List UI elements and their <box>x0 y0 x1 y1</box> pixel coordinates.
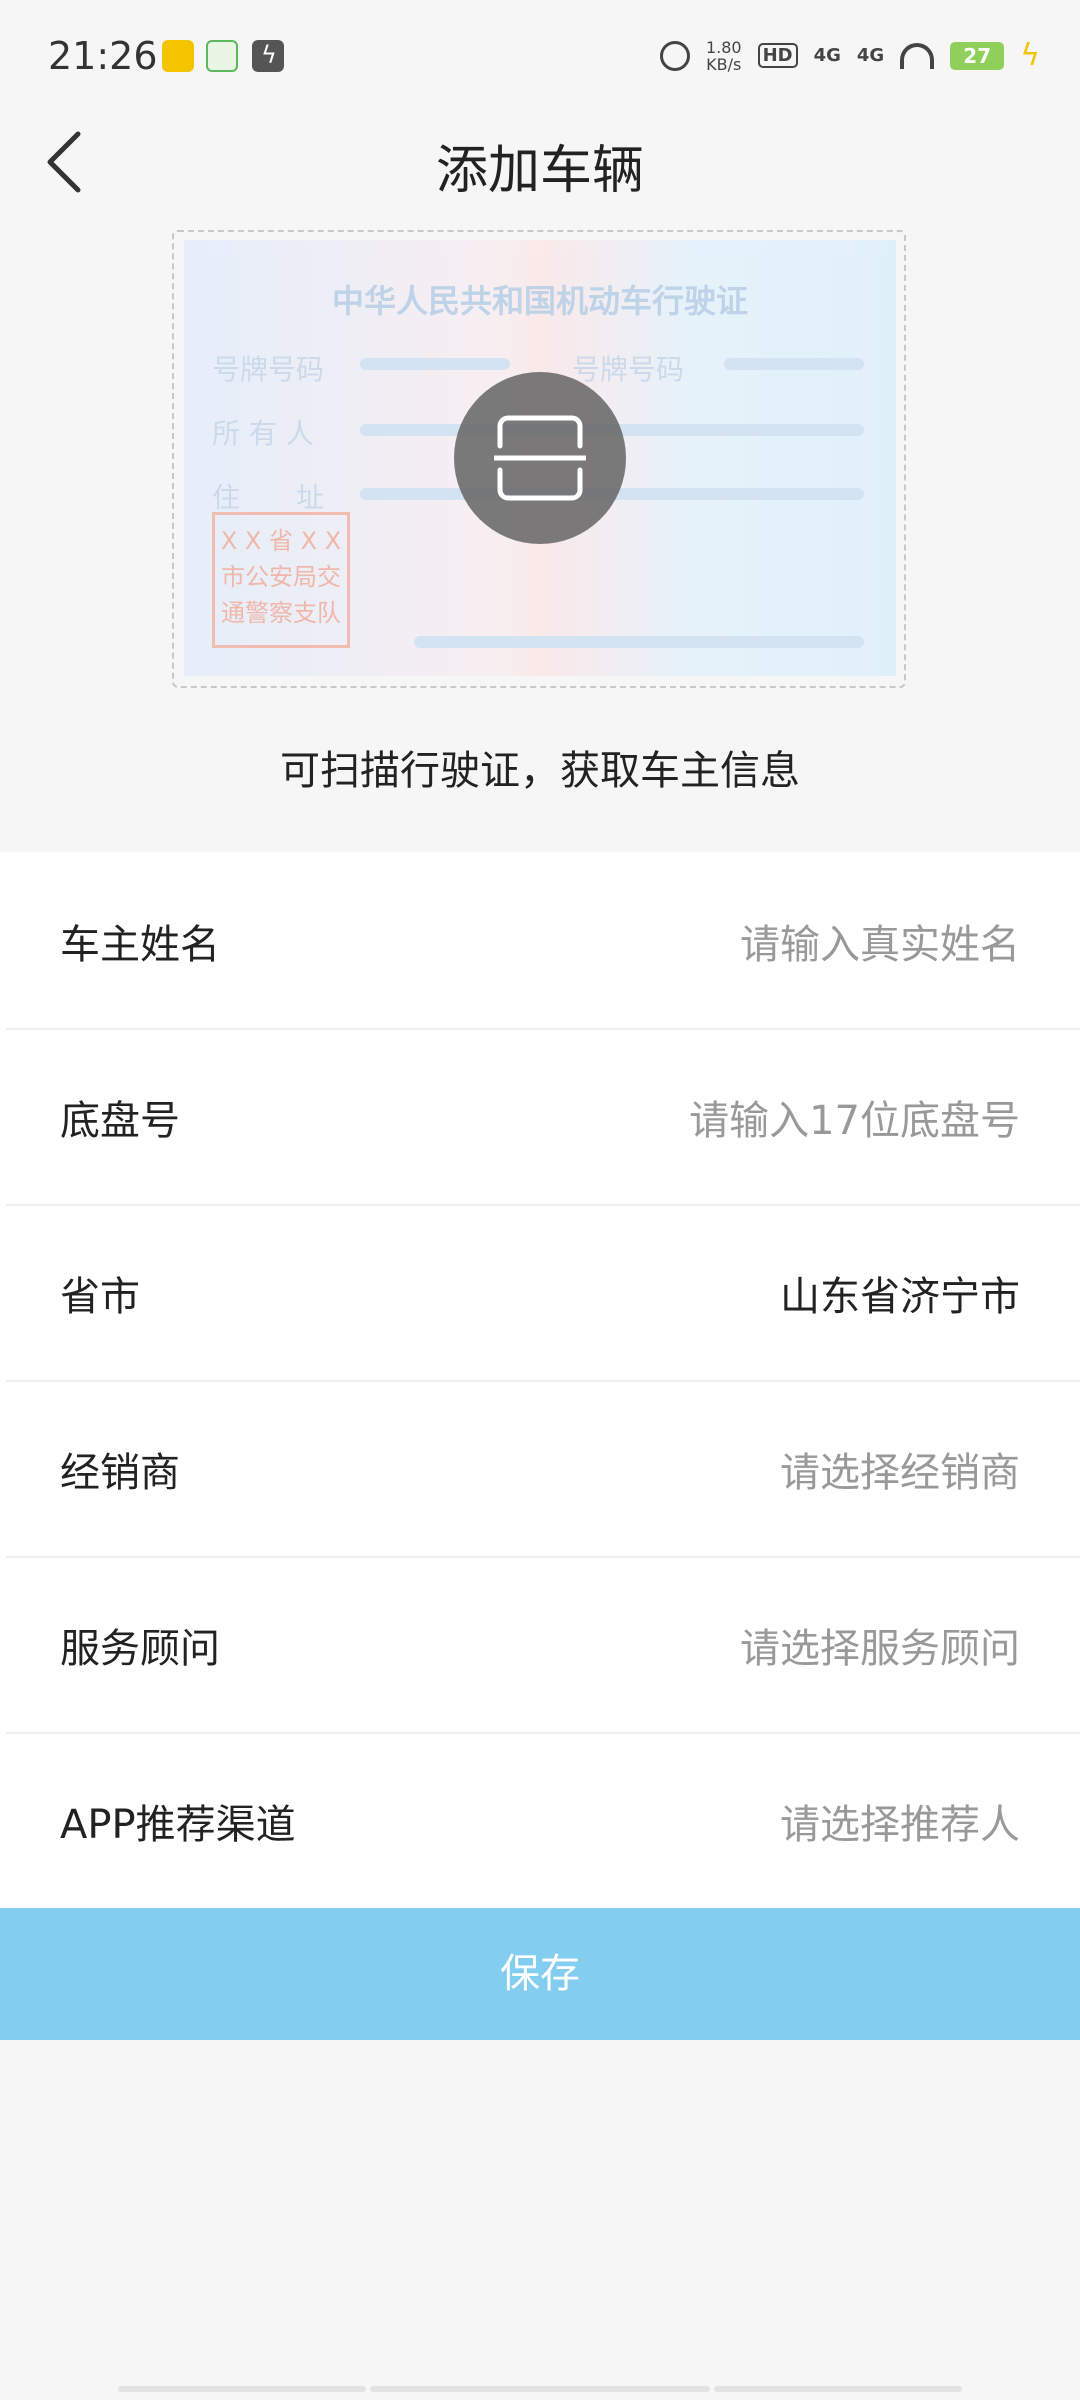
battery-icon: 27 <box>950 41 1005 70</box>
network-speed-value: 1.80 <box>705 37 742 57</box>
owner-name-input[interactable]: 请输入真实姓名 <box>740 912 1020 970</box>
service-advisor-label: 服务顾问 <box>60 1626 220 1672</box>
hd-icon: HD <box>757 43 798 68</box>
flash-app-icon <box>252 40 284 72</box>
vehicle-form: 车主姓名 请输入真实姓名 底盘号 请输入17位底盘号 省市 山东省济宁市 经销商… <box>0 852 1080 1908</box>
service-advisor-row[interactable]: 服务顾问 请选择服务顾问 <box>0 1556 1080 1732</box>
dealer-select[interactable]: 请选择经销商 <box>780 1440 1020 1498</box>
wifi-icon <box>900 42 935 69</box>
plate-label: 号牌号码 <box>212 353 325 386</box>
network-speed-unit: KB/s <box>706 54 742 74</box>
owner-name-label: 车主姓名 <box>60 922 220 968</box>
page-title: 添加车辆 <box>435 141 644 201</box>
status-time: 21:26 <box>48 34 158 78</box>
license-line <box>360 358 510 370</box>
scan-hint: 可扫描行驶证，获取车主信息 <box>280 748 800 794</box>
app-notification-icon <box>206 40 238 72</box>
owner-label: 所 有 人 <box>212 417 314 450</box>
license-line <box>724 358 864 370</box>
status-bar: 21:26 1.80 KB/s HD 4G 4G 27 ϟ <box>0 0 1080 100</box>
license-line <box>414 636 864 648</box>
referral-channel-row[interactable]: APP推荐渠道 请选择推荐人 <box>0 1732 1080 1908</box>
referral-channel-label: APP推荐渠道 <box>60 1802 296 1848</box>
dealer-label: 经销商 <box>60 1450 180 1496</box>
vin-input[interactable]: 请输入17位底盘号 <box>689 1088 1020 1146</box>
service-advisor-select[interactable]: 请选择服务顾问 <box>740 1616 1020 1674</box>
alarm-icon <box>659 40 690 71</box>
referrer-select[interactable]: 请选择推荐人 <box>780 1792 1020 1850</box>
status-indicators: 1.80 KB/s HD 4G 4G 27 ϟ <box>659 38 1040 73</box>
province-city-label: 省市 <box>60 1274 140 1320</box>
owner-name-row[interactable]: 车主姓名 请输入真实姓名 <box>0 852 1080 1028</box>
signal-4g-icon-2: 4G <box>856 45 885 66</box>
stamp-line: 通警察支队 <box>221 599 341 627</box>
signal-4g-icon: 4G <box>813 45 841 66</box>
stamp-line: 市公安局交 <box>221 563 341 591</box>
province-city-row[interactable]: 省市 山东省济宁市 <box>0 1204 1080 1380</box>
address-label: 住 址 <box>212 481 325 514</box>
nav-hint-right <box>714 2386 962 2392</box>
taxi-app-icon <box>162 40 194 72</box>
dealer-row[interactable]: 经销商 请选择经销商 <box>0 1380 1080 1556</box>
charging-icon: ϟ <box>1020 38 1040 73</box>
scan-button[interactable] <box>454 372 626 544</box>
network-speed: 1.80 KB/s <box>706 39 742 73</box>
vin-label: 底盘号 <box>60 1098 180 1144</box>
save-button[interactable]: 保存 <box>0 1908 1080 2040</box>
nav-hint-center <box>370 2386 710 2392</box>
scan-icon <box>494 415 586 501</box>
nav-hint-left <box>118 2386 366 2392</box>
vin-row[interactable]: 底盘号 请输入17位底盘号 <box>0 1028 1080 1204</box>
license-stamp: X X 省 X X 市公安局交 通警察支队 <box>212 512 350 648</box>
plate-label-2: 号牌号码 <box>572 353 685 386</box>
license-title: 中华人民共和国机动车行驶证 <box>331 282 748 320</box>
stamp-line: X X 省 X X <box>220 527 342 555</box>
province-city-value[interactable]: 山东省济宁市 <box>780 1264 1020 1322</box>
